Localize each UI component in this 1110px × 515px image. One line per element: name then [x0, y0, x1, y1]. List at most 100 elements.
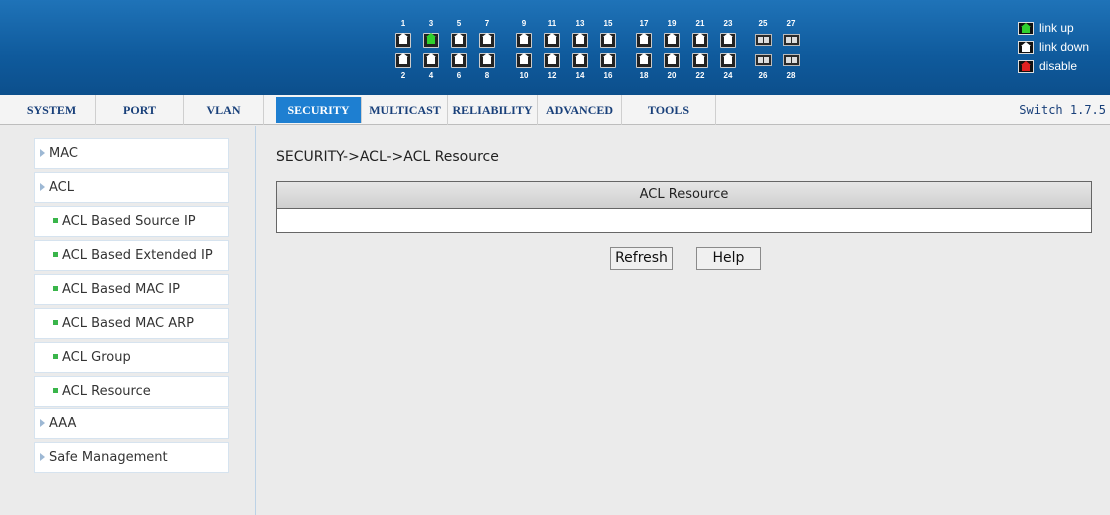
tab-advanced[interactable]: ADVANCED [538, 95, 622, 125]
port-8-icon[interactable] [479, 53, 495, 68]
port-7-icon[interactable] [479, 33, 495, 48]
sidebar-item-acl[interactable]: ACL [34, 172, 229, 203]
port-24-icon[interactable] [720, 53, 736, 68]
sidebar-item-acl-based-mac-arp[interactable]: ACL Based MAC ARP [34, 308, 229, 339]
port-number-label: 28 [786, 71, 796, 80]
legend-link-up: link up [1018, 21, 1074, 35]
port-number-label: 5 [456, 19, 462, 28]
acl-resource-table: ACL Resource [276, 181, 1092, 233]
tab-security[interactable]: SECURITY [276, 97, 362, 123]
sidebar-item-acl-based-mac-ip[interactable]: ACL Based MAC IP [34, 274, 229, 305]
tab-tools[interactable]: TOOLS [622, 95, 716, 125]
port-number-label: 11 [547, 19, 557, 28]
port-number-label: 18 [639, 71, 649, 80]
bullet-square-icon [53, 354, 58, 359]
app-window: 1 2 3 4 5 6 7 8 9 10 11 12 13 14 15 16 17 18 19 20 21 22 23 24 2… [0, 0, 1110, 515]
legend-link-down: link down [1018, 40, 1089, 54]
port-number-label: 27 [786, 19, 796, 28]
version-label: Switch 1.7.5 [1019, 103, 1106, 117]
legend-disable-label: disable [1039, 59, 1078, 73]
sidebar: MAC ACL ACL Based Source IP ACL Based Ex… [0, 126, 256, 515]
tab-system[interactable]: SYSTEM [8, 95, 96, 125]
tab-reliability[interactable]: RELIABILITY [448, 95, 538, 125]
port-number-label: 15 [603, 19, 613, 28]
sidebar-item-label: ACL Based Source IP [62, 214, 196, 229]
port-16-icon[interactable] [600, 53, 616, 68]
port-4-icon[interactable] [423, 53, 439, 68]
port-3-icon[interactable] [423, 33, 439, 48]
refresh-button[interactable]: Refresh [610, 247, 673, 270]
bullet-square-icon [53, 388, 58, 393]
port-14-icon[interactable] [572, 53, 588, 68]
arrow-right-icon [40, 453, 45, 461]
link-up-icon [1018, 21, 1034, 35]
sidebar-item-safe-management[interactable]: Safe Management [34, 442, 229, 473]
sfp-port-27-icon[interactable] [783, 34, 800, 46]
port-number-label: 13 [575, 19, 585, 28]
table-header: ACL Resource [277, 182, 1091, 209]
sidebar-item-acl-based-source-ip[interactable]: ACL Based Source IP [34, 206, 229, 237]
sidebar-item-label: AAA [49, 416, 77, 431]
port-15-icon[interactable] [600, 33, 616, 48]
sfp-port-28-icon[interactable] [783, 54, 800, 66]
port-number-label: 25 [758, 19, 768, 28]
port-number-label: 12 [547, 71, 557, 80]
port-number-label: 7 [484, 19, 490, 28]
legend-link-up-label: link up [1039, 21, 1074, 35]
sidebar-item-mac[interactable]: MAC [34, 138, 229, 169]
port-17-icon[interactable] [636, 33, 652, 48]
disable-icon [1018, 59, 1034, 73]
port-1-icon[interactable] [395, 33, 411, 48]
port-19-icon[interactable] [664, 33, 680, 48]
port-number-label: 14 [575, 71, 585, 80]
port-5-icon[interactable] [451, 33, 467, 48]
legend-link-down-label: link down [1039, 40, 1090, 54]
port-number-label: 6 [456, 71, 462, 80]
port-number-label: 4 [428, 71, 434, 80]
sidebar-item-aaa[interactable]: AAA [34, 408, 229, 439]
port-9-icon[interactable] [516, 33, 532, 48]
port-number-label: 26 [758, 71, 768, 80]
bullet-square-icon [53, 320, 58, 325]
main-content: SECURITY->ACL->ACL Resource ACL Resource… [257, 126, 1110, 515]
port-13-icon[interactable] [572, 33, 588, 48]
port-22-icon[interactable] [692, 53, 708, 68]
port-number-label: 23 [723, 19, 733, 28]
tab-vlan[interactable]: VLAN [184, 95, 264, 125]
main-nav: SYSTEM PORT VLAN SECURITY MULTICAST RELI… [0, 95, 1110, 125]
port-number-label: 20 [667, 71, 677, 80]
arrow-right-icon [40, 149, 45, 157]
sfp-port-25-icon[interactable] [755, 34, 772, 46]
port-12-icon[interactable] [544, 53, 560, 68]
tab-multicast[interactable]: MULTICAST [363, 95, 448, 125]
bullet-square-icon [53, 218, 58, 223]
port-number-label: 24 [723, 71, 733, 80]
sidebar-item-label: Safe Management [49, 450, 168, 465]
sidebar-item-acl-based-extended-ip[interactable]: ACL Based Extended IP [34, 240, 229, 271]
port-18-icon[interactable] [636, 53, 652, 68]
table-row [277, 209, 1091, 232]
port-10-icon[interactable] [516, 53, 532, 68]
port-23-icon[interactable] [720, 33, 736, 48]
help-button[interactable]: Help [696, 247, 761, 270]
port-20-icon[interactable] [664, 53, 680, 68]
sidebar-item-label: MAC [49, 146, 78, 161]
port-6-icon[interactable] [451, 53, 467, 68]
port-21-icon[interactable] [692, 33, 708, 48]
tab-port[interactable]: PORT [96, 95, 184, 125]
sidebar-item-acl-resource[interactable]: ACL Resource [34, 376, 229, 407]
port-2-icon[interactable] [395, 53, 411, 68]
sidebar-item-acl-group[interactable]: ACL Group [34, 342, 229, 373]
arrow-right-icon [40, 183, 45, 191]
port-number-label: 3 [428, 19, 434, 28]
port-number-label: 19 [667, 19, 677, 28]
port-number-label: 22 [695, 71, 705, 80]
sidebar-item-label: ACL Group [62, 350, 131, 365]
port-11-icon[interactable] [544, 33, 560, 48]
port-number-label: 17 [639, 19, 649, 28]
port-number-label: 8 [484, 71, 490, 80]
sfp-port-26-icon[interactable] [755, 54, 772, 66]
bullet-square-icon [53, 286, 58, 291]
port-number-label: 16 [603, 71, 613, 80]
sidebar-item-label: ACL [49, 180, 74, 195]
